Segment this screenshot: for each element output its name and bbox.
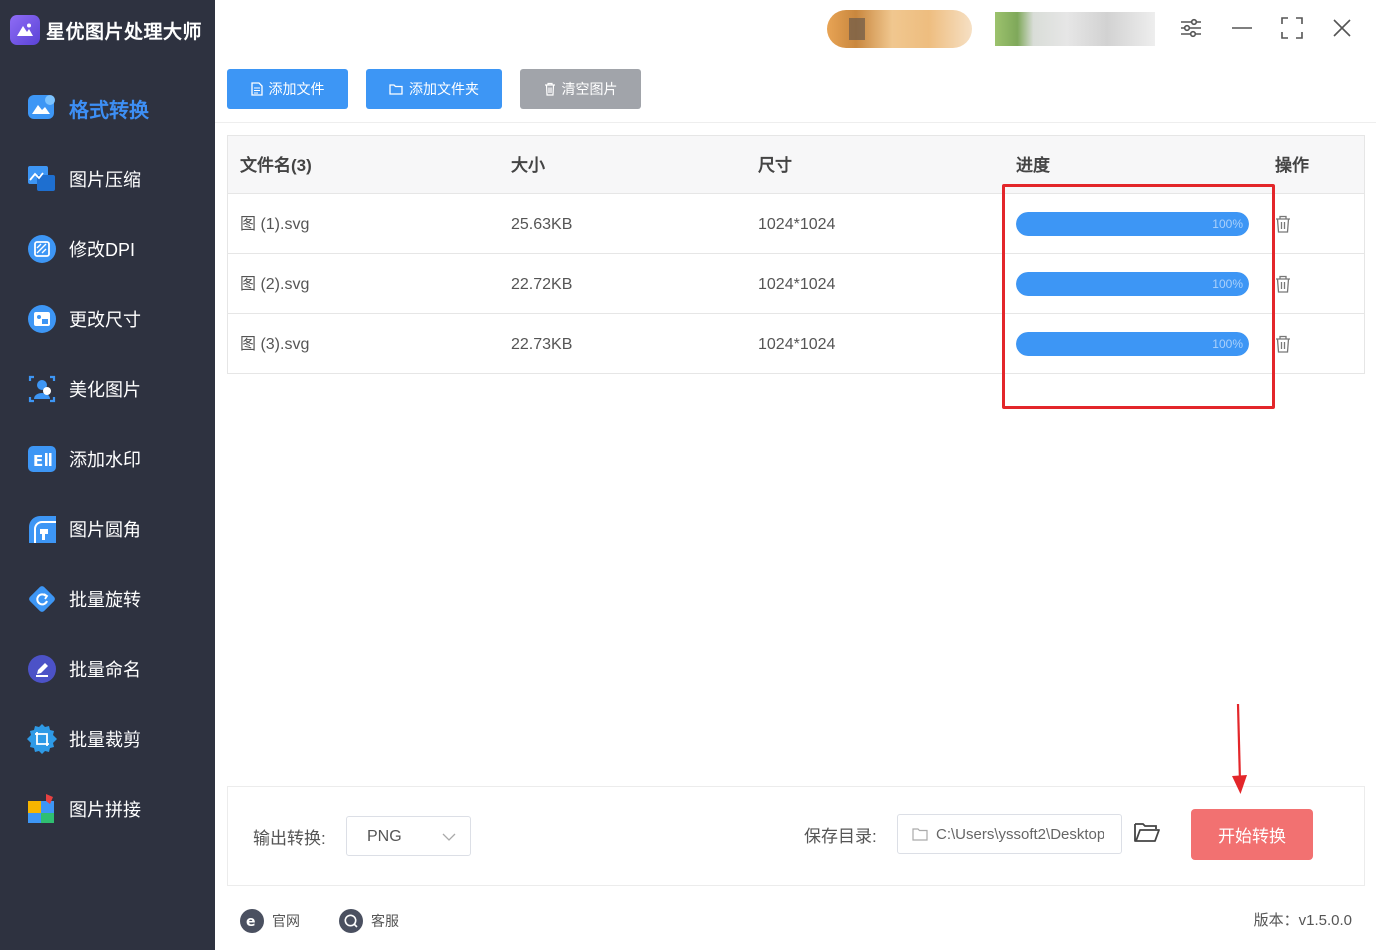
maximize-button[interactable] (1278, 16, 1306, 44)
file-dimensions: 1024*1024 (758, 336, 836, 353)
progress-highlight-box (1002, 184, 1275, 409)
ie-browser-icon: e (240, 909, 264, 933)
app-title-bar: 星优图片处理大师 (10, 12, 202, 48)
rotate-icon (26, 583, 58, 615)
output-format-select[interactable]: PNG (346, 816, 471, 856)
sidebar-item-rename[interactable]: 批量命名 (0, 634, 215, 704)
website-link[interactable]: e 官网 (240, 908, 300, 934)
sidebar-item-resize[interactable]: 更改尺寸 (0, 284, 215, 354)
sidebar-item-label: 图片压缩 (69, 170, 141, 190)
support-link[interactable]: 客服 (339, 908, 399, 934)
sidebar-item-format-convert[interactable]: 格式转换 (0, 72, 215, 144)
add-folder-button[interactable]: 添加文件夹 (366, 69, 502, 109)
clear-images-button[interactable]: 清空图片 (520, 69, 641, 109)
header-filename: 文件名(3) (240, 156, 312, 175)
title-bar (215, 0, 1376, 62)
svg-text:E: E (33, 452, 43, 470)
save-dir-label: 保存目录: (804, 827, 877, 846)
settings-button[interactable] (1177, 16, 1205, 44)
chat-support-icon (339, 909, 363, 933)
sliders-icon (1180, 18, 1202, 43)
app-title: 星优图片处理大师 (46, 21, 203, 43)
delete-row-trash-icon[interactable] (1274, 274, 1294, 294)
save-dir-input[interactable]: C:\Users\yssoft2\Desktop (897, 814, 1122, 854)
app-logo-icon (10, 15, 40, 45)
maximize-icon (1281, 16, 1303, 44)
sidebar-item-label: 批量旋转 (69, 590, 141, 610)
sidebar-item-beautify[interactable]: 美化图片 (0, 354, 215, 424)
clear-images-label: 清空图片 (561, 81, 618, 97)
file-size: 25.63KB (511, 216, 573, 233)
folder-icon (389, 83, 403, 95)
start-convert-label: 开始转换 (1218, 827, 1286, 846)
sidebar: 星优图片处理大师 格式转换 图片压缩 修改DPI 更改尺寸 美化图片 E 添加水… (0, 0, 215, 950)
format-convert-icon (26, 92, 58, 124)
save-dir-value: C:\Users\yssoft2\Desktop (936, 826, 1104, 843)
footer: e 官网 客服 版本：v1.5.0.0 (215, 893, 1376, 950)
annotation-arrow-icon (1232, 704, 1247, 794)
toolbar-divider (215, 122, 1376, 123)
browse-folder-open-icon[interactable] (1133, 820, 1161, 848)
file-icon (250, 82, 263, 96)
version-text: 版本：v1.5.0.0 (1253, 912, 1352, 929)
svg-text:e: e (246, 914, 256, 929)
sidebar-item-compress[interactable]: 图片压缩 (0, 144, 215, 214)
sidebar-item-label: 修改DPI (69, 240, 136, 260)
sidebar-item-label: 更改尺寸 (69, 310, 141, 330)
output-format-label: 输出转换: (253, 829, 326, 848)
website-label: 官网 (272, 913, 300, 929)
blurred-account-info (995, 12, 1155, 46)
sidebar-item-label: 美化图片 (69, 380, 141, 400)
header-dimensions: 尺寸 (758, 156, 792, 175)
chevron-down-icon (442, 830, 456, 848)
sidebar-item-label: 添加水印 (69, 450, 141, 470)
sidebar-item-label: 图片圆角 (69, 520, 141, 540)
file-size: 22.72KB (511, 276, 573, 293)
add-file-button[interactable]: 添加文件 (227, 69, 348, 109)
resize-icon (26, 303, 58, 335)
header-action: 操作 (1275, 156, 1309, 175)
blurred-user-info (827, 10, 972, 48)
beautify-icon (26, 373, 58, 405)
support-label: 客服 (371, 913, 399, 929)
sidebar-item-label: 图片拼接 (69, 800, 141, 820)
stitch-icon (26, 793, 58, 825)
rounded-corner-icon (26, 513, 58, 545)
sidebar-item-label: 批量裁剪 (69, 730, 141, 750)
sidebar-item-rounded-corner[interactable]: 图片圆角 (0, 494, 215, 564)
sidebar-item-rotate[interactable]: 批量旋转 (0, 564, 215, 634)
sidebar-item-label: 批量命名 (69, 660, 141, 680)
minimize-button[interactable] (1228, 16, 1256, 44)
rename-icon (26, 653, 58, 685)
watermark-icon: E (26, 443, 58, 475)
file-dimensions: 1024*1024 (758, 216, 836, 233)
sidebar-item-watermark[interactable]: E 添加水印 (0, 424, 215, 494)
close-button[interactable] (1328, 16, 1356, 44)
file-name: 图 (1).svg (240, 216, 310, 233)
add-file-label: 添加文件 (268, 81, 325, 97)
add-folder-label: 添加文件夹 (409, 81, 479, 97)
folder-icon (912, 827, 928, 846)
dpi-icon (26, 233, 58, 265)
file-size: 22.73KB (511, 336, 573, 353)
trash-icon (544, 82, 556, 96)
minimize-icon (1231, 18, 1253, 43)
sidebar-item-dpi[interactable]: 修改DPI (0, 214, 215, 284)
compress-icon (26, 163, 58, 195)
close-icon (1332, 18, 1352, 43)
start-convert-button[interactable]: 开始转换 (1191, 809, 1313, 860)
file-dimensions: 1024*1024 (758, 276, 836, 293)
sidebar-item-crop[interactable]: 批量裁剪 (0, 704, 215, 774)
crop-icon (26, 723, 58, 755)
file-name: 图 (3).svg (240, 336, 310, 353)
output-format-value: PNG (367, 828, 402, 845)
sidebar-nav: 格式转换 图片压缩 修改DPI 更改尺寸 美化图片 E 添加水印 图片圆角 批量… (0, 72, 215, 844)
header-size: 大小 (511, 156, 545, 175)
sidebar-item-stitch[interactable]: 图片拼接 (0, 774, 215, 844)
delete-row-trash-icon[interactable] (1274, 214, 1294, 234)
delete-row-trash-icon[interactable] (1274, 334, 1294, 354)
file-name: 图 (2).svg (240, 276, 310, 293)
sidebar-item-label: 格式转换 (69, 99, 149, 122)
